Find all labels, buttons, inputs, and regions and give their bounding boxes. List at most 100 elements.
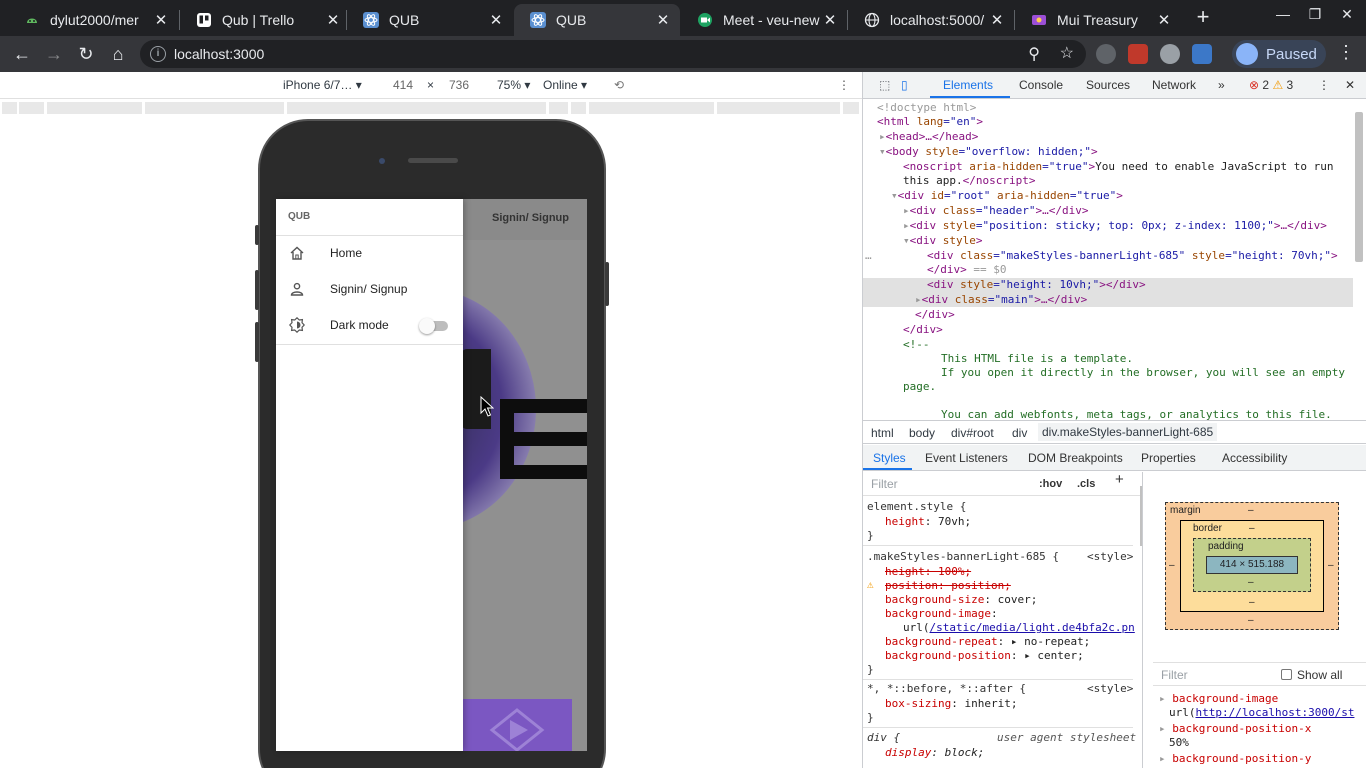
browser-tab-meet[interactable]: Meet - veu-new ✕: [681, 4, 847, 36]
dom-line[interactable]: If you open it directly in the browser, …: [941, 366, 1345, 381]
computed-property[interactable]: ▸ background-image: [1159, 692, 1278, 706]
style-declaration[interactable]: box-sizing: inherit;: [885, 697, 1017, 711]
zoom-select[interactable]: 75% ▾: [497, 78, 530, 92]
ruler-segment[interactable]: [589, 102, 715, 114]
close-window-button[interactable]: ✕: [1332, 6, 1362, 23]
issues-counter[interactable]: ⊗ 2 ⚠ 3: [1249, 78, 1293, 92]
dom-line-selected[interactable]: </div> == $0: [927, 263, 1007, 278]
more-tabs-button[interactable]: »: [1218, 78, 1225, 92]
dom-line[interactable]: <!--: [903, 338, 930, 353]
show-all-checkbox[interactable]: [1281, 669, 1292, 680]
dom-line[interactable]: ▸<head>…</head>: [879, 130, 978, 145]
add-rule-icon[interactable]: +: [1115, 472, 1124, 487]
styles-scrollbar[interactable]: [1140, 486, 1142, 546]
breadcrumb-item-current[interactable]: div.makeStyles-bannerLight-685: [1038, 423, 1218, 441]
box-model-border[interactable]: border – – padding – 414 × 515.188: [1180, 520, 1324, 612]
close-icon[interactable]: ✕: [654, 11, 672, 29]
style-declaration[interactable]: height: 70vh;: [885, 515, 971, 529]
style-declaration[interactable]: background-position: ▸ center;: [885, 649, 1084, 663]
ruler-segment[interactable]: [47, 102, 143, 114]
dom-line[interactable]: This HTML file is a template.: [941, 352, 1133, 367]
ruler-segment[interactable]: [717, 102, 841, 114]
tab-elements[interactable]: Elements: [943, 78, 993, 92]
device-width[interactable]: 414: [393, 78, 413, 92]
browser-tab-qub[interactable]: QUB ✕: [347, 4, 513, 36]
close-icon[interactable]: ✕: [324, 11, 342, 29]
dom-line[interactable]: ▾<body style="overflow: hidden;">: [879, 145, 1098, 160]
rule-selector[interactable]: *, *::before, *::after {: [867, 682, 1026, 696]
computed-value[interactable]: url(http://localhost:3000/st: [1169, 706, 1354, 720]
extension-icon[interactable]: [1096, 44, 1116, 64]
extension-icon[interactable]: [1192, 44, 1212, 64]
class-toggle-button[interactable]: .cls: [1077, 477, 1095, 491]
back-button[interactable]: ←: [10, 42, 34, 66]
style-declaration-overridden[interactable]: height: 100%;: [885, 565, 971, 579]
browser-tab-mui[interactable]: Mui Treasury ✕: [1015, 4, 1181, 36]
dom-line[interactable]: ▾<div style>: [903, 234, 983, 249]
extension-icon[interactable]: [1160, 44, 1180, 64]
minimize-button[interactable]: —: [1268, 6, 1298, 22]
browser-tab-github[interactable]: dylut2000/mer ✕: [8, 4, 178, 36]
reload-button[interactable]: ↻: [74, 42, 98, 66]
ruler-segment[interactable]: [2, 102, 18, 114]
tab-styles[interactable]: Styles: [873, 451, 906, 465]
dom-line-selected[interactable]: <div class="makeStyles-bannerLight-685" …: [927, 249, 1338, 264]
box-model-padding[interactable]: padding – 414 × 515.188: [1193, 538, 1311, 592]
rule-selector[interactable]: .makeStyles-bannerLight-685 {: [867, 550, 1059, 564]
zoom-icon[interactable]: ⚲: [1028, 44, 1040, 64]
ruler-segment[interactable]: [145, 102, 285, 114]
node-actions-icon[interactable]: …: [865, 249, 872, 264]
computed-value[interactable]: 50%: [1169, 736, 1189, 750]
bookmark-star-icon[interactable]: ☆: [1060, 43, 1074, 63]
dom-scrollbar[interactable]: [1355, 112, 1363, 262]
address-bar[interactable]: i localhost:3000 ⚲ ☆: [140, 40, 1086, 68]
ruler-segment[interactable]: [19, 102, 45, 114]
browser-tab-qub-active[interactable]: QUB ✕: [514, 4, 680, 36]
breadcrumb-item[interactable]: div: [1012, 426, 1027, 440]
tab-sources[interactable]: Sources: [1086, 78, 1130, 92]
browser-menu-icon[interactable]: ⋮: [1336, 42, 1356, 63]
rule-selector[interactable]: div {: [867, 731, 900, 745]
close-icon[interactable]: ✕: [152, 11, 170, 29]
rule-selector[interactable]: element.style {: [867, 500, 966, 514]
browser-tab-localhost[interactable]: localhost:5000/ ✕: [848, 4, 1014, 36]
style-value-url[interactable]: url(/static/media/light.de4bfa2c.pn: [903, 621, 1135, 635]
dom-line[interactable]: <div style="height: 10vh;"></div>: [927, 278, 1146, 293]
breadcrumb-item[interactable]: html: [871, 426, 894, 440]
dom-line[interactable]: </div>: [903, 323, 943, 338]
ruler-segment[interactable]: [843, 102, 860, 114]
dom-line[interactable]: </div>: [915, 308, 955, 323]
dark-mode-toggle[interactable]: [419, 318, 448, 334]
inspect-element-icon[interactable]: ⬚: [879, 78, 890, 92]
hover-state-button[interactable]: :hov: [1039, 477, 1062, 491]
forward-button[interactable]: →: [42, 42, 66, 66]
dom-line[interactable]: <!doctype html>: [877, 101, 976, 116]
styles-filter-input[interactable]: Filter: [871, 477, 898, 491]
tab-network[interactable]: Network: [1152, 78, 1196, 92]
dom-line[interactable]: ▾<div id="root" aria-hidden="true">: [891, 189, 1123, 204]
rule-source-link[interactable]: <style>: [1087, 682, 1133, 696]
dom-line[interactable]: <html lang="en">: [877, 115, 983, 130]
ruler-segment[interactable]: [571, 102, 587, 114]
site-info-icon[interactable]: i: [150, 46, 166, 62]
tab-dom-breakpoints[interactable]: DOM Breakpoints: [1028, 451, 1123, 465]
dom-line[interactable]: this app.</noscript>: [903, 174, 1035, 189]
dom-line[interactable]: <noscript aria-hidden="true">You need to…: [903, 160, 1334, 175]
close-icon[interactable]: ✕: [1155, 11, 1173, 29]
drawer-item-home[interactable]: Home: [276, 235, 463, 271]
purple-card[interactable]: [462, 699, 572, 751]
profile-button[interactable]: Paused: [1232, 40, 1326, 68]
device-height[interactable]: 736: [449, 78, 469, 92]
style-declaration[interactable]: display: block;: [885, 746, 984, 760]
style-declaration[interactable]: background-size: cover;: [885, 593, 1037, 607]
dom-line[interactable]: ▸<div class="header">…</div>: [903, 204, 1088, 219]
breadcrumb-item[interactable]: div#root: [951, 426, 994, 440]
box-model-content[interactable]: 414 × 515.188: [1206, 556, 1298, 574]
browser-tab-trello[interactable]: Qub | Trello ✕: [180, 4, 350, 36]
breadcrumb-item[interactable]: body: [909, 426, 935, 440]
rule-source-link[interactable]: <style>: [1087, 550, 1133, 564]
style-declaration[interactable]: background-repeat: ▸ no-repeat;: [885, 635, 1090, 649]
tab-accessibility[interactable]: Accessibility: [1222, 451, 1287, 465]
ruler-segment[interactable]: [287, 102, 547, 114]
computed-property[interactable]: ▸ background-position-x: [1159, 722, 1311, 736]
